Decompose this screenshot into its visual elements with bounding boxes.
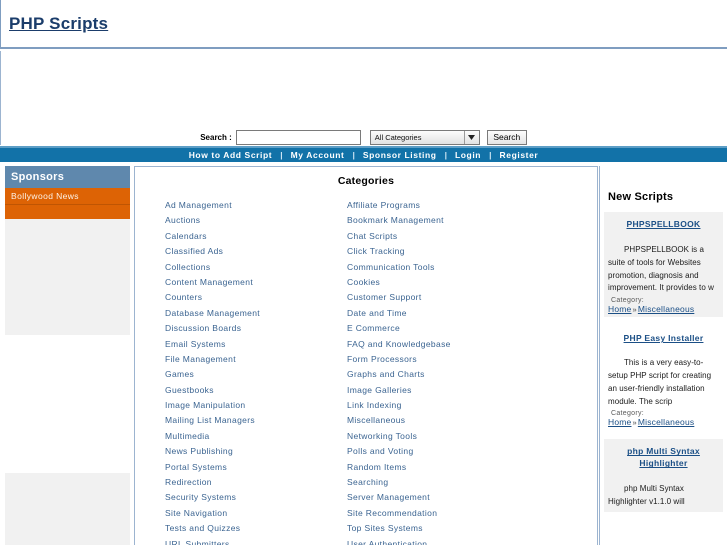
- sponsors-body: [5, 219, 130, 335]
- new-script-category-label: Category:: [611, 297, 645, 305]
- search-label: Search :: [200, 133, 232, 142]
- nav-separator: |: [489, 150, 492, 160]
- breadcrumb-leaf[interactable]: Miscellaneous: [638, 304, 694, 314]
- new-scripts-panel: New Scripts PHPSPELLBOOK PHPSPELLBOOK is…: [599, 166, 727, 545]
- category-link-polls-and-voting[interactable]: Polls and Voting: [347, 444, 597, 459]
- category-link-email-systems[interactable]: Email Systems: [165, 337, 345, 352]
- category-link-multimedia[interactable]: Multimedia: [165, 429, 345, 444]
- site-header: PHP Scripts: [0, 0, 727, 49]
- category-link-site-navigation[interactable]: Site Navigation: [165, 506, 345, 521]
- chevron-down-icon: [463, 131, 479, 144]
- nav-item-my-account[interactable]: My Account: [291, 150, 345, 160]
- new-script-card: PHPSPELLBOOK PHPSPELLBOOK is a suite of …: [604, 212, 723, 318]
- category-link-games[interactable]: Games: [165, 367, 345, 382]
- breadcrumb-separator: »: [632, 418, 637, 428]
- main-nav: How to Add Script | My Account | Sponsor…: [0, 146, 727, 162]
- category-link-image-manipulation[interactable]: Image Manipulation: [165, 398, 345, 413]
- category-link-searching[interactable]: Searching: [347, 475, 597, 490]
- category-link-file-management[interactable]: File Management: [165, 352, 345, 367]
- search-bar: Search : All Categories Search: [0, 129, 727, 146]
- breadcrumb-separator: »: [632, 305, 637, 315]
- category-link-communication-tools[interactable]: Communication Tools: [347, 260, 597, 275]
- category-link-networking-tools[interactable]: Networking Tools: [347, 429, 597, 444]
- category-link-form-processors[interactable]: Form Processors: [347, 352, 597, 367]
- category-link-miscellaneous[interactable]: Miscellaneous: [347, 413, 597, 428]
- nav-separator: |: [280, 150, 283, 160]
- category-link-faq-and-knowledgebase[interactable]: FAQ and Knowledgebase: [347, 337, 597, 352]
- breadcrumb-leaf[interactable]: Miscellaneous: [638, 417, 694, 427]
- new-script-card: php Multi Syntax Highlighter php Multi S…: [604, 439, 723, 512]
- category-link-news-publishing[interactable]: News Publishing: [165, 444, 345, 459]
- sidebar-spacer: [5, 335, 130, 473]
- category-link-discussion-boards[interactable]: Discussion Boards: [165, 321, 345, 336]
- nav-item-login[interactable]: Login: [455, 150, 481, 160]
- category-link-date-and-time[interactable]: Date and Time: [347, 306, 597, 321]
- site-title[interactable]: PHP Scripts: [9, 14, 108, 34]
- category-link-calendars[interactable]: Calendars: [165, 229, 345, 244]
- category-link-e-commerce[interactable]: E Commerce: [347, 321, 597, 336]
- category-link-site-recommendation[interactable]: Site Recommendation: [347, 506, 597, 521]
- category-link-click-tracking[interactable]: Click Tracking: [347, 244, 597, 259]
- category-link-guestbooks[interactable]: Guestbooks: [165, 383, 345, 398]
- category-link-tests-and-quizzes[interactable]: Tests and Quizzes: [165, 521, 345, 536]
- category-link-database-management[interactable]: Database Management: [165, 306, 345, 321]
- category-link-redirection[interactable]: Redirection: [165, 475, 345, 490]
- new-script-title[interactable]: php Multi Syntax Highlighter: [608, 445, 719, 469]
- new-scripts-title: New Scripts: [608, 191, 674, 203]
- new-script-breadcrumb: Home»Miscellaneous: [608, 417, 719, 427]
- category-link-customer-support[interactable]: Customer Support: [347, 290, 597, 305]
- category-select-value: All Categories: [374, 133, 422, 142]
- breadcrumb-home[interactable]: Home: [608, 417, 631, 427]
- category-link-auctions[interactable]: Auctions: [165, 213, 345, 228]
- category-link-counters[interactable]: Counters: [165, 290, 345, 305]
- new-script-description: PHPSPELLBOOK is a suite of tools for Web…: [608, 245, 714, 293]
- category-link-random-items[interactable]: Random Items: [347, 460, 597, 475]
- new-script-card: PHP Easy Installer This is a very easy-t…: [604, 326, 723, 431]
- category-link-classified-ads[interactable]: Classified Ads: [165, 244, 345, 259]
- category-link-affiliate-programs[interactable]: Affiliate Programs: [347, 198, 597, 213]
- category-link-mailing-list-managers[interactable]: Mailing List Managers: [165, 413, 345, 428]
- sponsors-heading: Sponsors: [5, 166, 130, 188]
- category-link-collections[interactable]: Collections: [165, 260, 345, 275]
- nav-item-how-to-add-script[interactable]: How to Add Script: [189, 150, 273, 160]
- new-script-title[interactable]: PHPSPELLBOOK: [608, 218, 719, 230]
- new-script-breadcrumb: Home»Miscellaneous: [608, 304, 719, 314]
- nav-separator: |: [444, 150, 447, 160]
- search-button[interactable]: Search: [486, 130, 527, 145]
- categories-panel: Categories Ad Management Auctions Calendar…: [134, 166, 598, 545]
- categories-column-right: Affiliate Programs Bookmark Management Cha…: [345, 198, 597, 545]
- search-input[interactable]: [235, 130, 361, 145]
- breadcrumb-home[interactable]: Home: [608, 304, 631, 314]
- sidebar-lower-panel: [5, 473, 130, 545]
- new-script-description: php Multi Syntax Highlighter v1.1.0 will: [608, 484, 685, 507]
- category-link-server-management[interactable]: Server Management: [347, 490, 597, 505]
- new-script-title[interactable]: PHP Easy Installer: [608, 332, 719, 344]
- category-link-link-indexing[interactable]: Link Indexing: [347, 398, 597, 413]
- category-link-ad-management[interactable]: Ad Management: [165, 198, 345, 213]
- sponsor-link-bollywood-news[interactable]: Bollywood News: [5, 188, 130, 205]
- category-link-bookmark-management[interactable]: Bookmark Management: [347, 213, 597, 228]
- category-select[interactable]: All Categories: [369, 130, 480, 145]
- nav-separator: |: [352, 150, 355, 160]
- categories-title: Categories: [337, 175, 395, 187]
- new-script-description: This is a very easy-to-setup PHP script …: [608, 358, 712, 406]
- category-link-cookies[interactable]: Cookies: [347, 275, 597, 290]
- nav-item-sponsor-listing[interactable]: Sponsor Listing: [363, 150, 437, 160]
- categories-columns: Ad Management Auctions Calendars Classified…: [135, 198, 597, 545]
- category-link-security-systems[interactable]: Security Systems: [165, 490, 345, 505]
- category-link-portal-systems[interactable]: Portal Systems: [165, 460, 345, 475]
- category-link-chat-scripts[interactable]: Chat Scripts: [347, 229, 597, 244]
- category-link-top-sites-systems[interactable]: Top Sites Systems: [347, 521, 597, 536]
- category-link-user-authentication[interactable]: User Authentication: [347, 537, 597, 545]
- category-link-url-submitters[interactable]: URL Submitters: [165, 537, 345, 545]
- category-link-content-management[interactable]: Content Management: [165, 275, 345, 290]
- categories-column-left: Ad Management Auctions Calendars Classified…: [135, 198, 345, 545]
- category-link-graphs-and-charts[interactable]: Graphs and Charts: [347, 367, 597, 382]
- category-link-image-galleries[interactable]: Image Galleries: [347, 383, 597, 398]
- new-script-category-label: Category:: [611, 410, 645, 418]
- sponsor-strip: [5, 205, 130, 219]
- page-root: PHP Scripts Search : All Categories Sear…: [0, 0, 727, 545]
- nav-item-register[interactable]: Register: [500, 150, 539, 160]
- sidebar: Sponsors Bollywood News: [5, 166, 130, 545]
